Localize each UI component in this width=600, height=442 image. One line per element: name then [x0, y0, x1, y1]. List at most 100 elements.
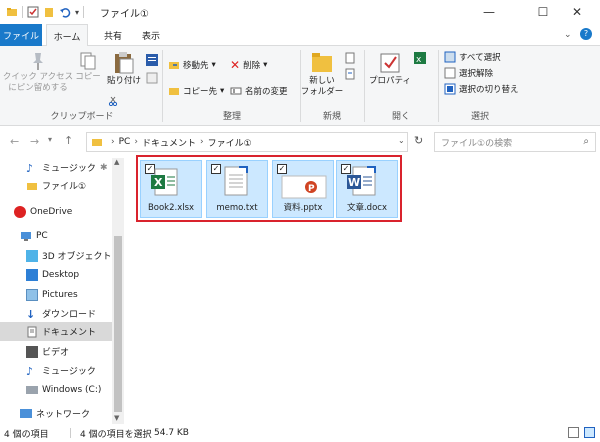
dropdown-arrow-icon: ▾	[263, 60, 268, 70]
new-folder-icon[interactable]	[43, 6, 55, 18]
properties-button[interactable]: プロパティ	[368, 50, 412, 87]
paste-button[interactable]: 貼り付け	[104, 50, 144, 87]
breadcrumb-documents[interactable]: ドキュメント	[142, 136, 196, 149]
selected-size: 54.7 KB	[154, 428, 189, 438]
download-icon: ↓	[26, 307, 36, 321]
delete-icon: ✕	[230, 58, 241, 72]
tab-home[interactable]: ホーム	[46, 24, 88, 47]
copy-path-icon[interactable]	[146, 72, 158, 84]
select-none-button[interactable]: 選択解除	[444, 66, 493, 80]
help-icon[interactable]: ?	[580, 28, 592, 40]
scroll-up-icon[interactable]: ▲	[114, 158, 119, 166]
open-with-excel-icon[interactable]: x	[414, 52, 426, 64]
close-button[interactable]: ✕	[554, 0, 600, 24]
music-icon: ♪	[26, 364, 34, 378]
folder-icon	[27, 182, 37, 190]
collapse-ribbon-icon[interactable]: ⌄	[564, 30, 572, 40]
search-input[interactable]: ファイル①の検索 ⌕	[434, 132, 596, 152]
group-label-open: 開く	[391, 112, 410, 122]
item-count: 4 個の項目	[4, 429, 49, 440]
nav-item-3d-objects[interactable]: 3D オブジェクト	[0, 246, 112, 265]
undo-icon[interactable]	[59, 6, 71, 18]
drive-icon	[26, 385, 38, 394]
new-folder-button[interactable]: 新しい フォルダー	[301, 50, 343, 98]
search-icon: ⌕	[583, 136, 589, 147]
recent-locations-icon[interactable]: ▾	[48, 135, 52, 144]
scroll-down-icon[interactable]: ▼	[114, 414, 119, 422]
nav-item-music-quick[interactable]: ♪ ミュージック ✱	[0, 158, 112, 177]
nav-item-pc[interactable]: PC	[0, 226, 112, 245]
pin-icon: ✱	[100, 162, 108, 173]
copy-button[interactable]: コピー	[72, 50, 104, 83]
address-dropdown-icon[interactable]: ⌄	[398, 136, 405, 145]
divider	[70, 428, 71, 438]
breadcrumb-separator-icon: ›	[134, 137, 138, 147]
delete-button[interactable]: ✕ 削除 ▾	[230, 58, 267, 72]
nav-item-onedrive[interactable]: OneDrive	[0, 202, 112, 221]
select-none-icon	[444, 67, 456, 79]
select-all-button[interactable]: すべて選択	[444, 50, 501, 64]
properties-check-icon[interactable]	[27, 6, 39, 18]
svg-text:x: x	[416, 55, 422, 64]
address-path[interactable]: › PC › ドキュメント › ファイル①	[86, 132, 408, 152]
invert-selection-button[interactable]: 選択の切り替え	[444, 82, 519, 96]
nav-item-videos[interactable]: ビデオ	[0, 342, 112, 361]
breadcrumb-folder[interactable]: ファイル①	[208, 136, 252, 149]
tab-file[interactable]: ファイル	[0, 24, 42, 46]
copy-to-icon	[169, 88, 179, 95]
new-folder-icon	[312, 53, 332, 72]
details-view-icon[interactable]	[568, 427, 579, 438]
tab-share[interactable]: 共有	[98, 24, 128, 46]
properties-icon	[380, 53, 400, 73]
nav-item-documents[interactable]: ドキュメント	[0, 322, 112, 341]
breadcrumb-separator-icon: ›	[111, 137, 115, 147]
group-label-select: 選択	[470, 112, 489, 122]
nav-item-music[interactable]: ♪ ミュージック	[0, 361, 112, 380]
group-label-new: 新規	[322, 112, 341, 122]
group-label-organize: 整理	[222, 112, 241, 122]
cut-icon[interactable]	[146, 54, 158, 66]
nav-item-windows-c[interactable]: Windows (C:)	[0, 380, 112, 399]
pc-icon	[21, 231, 31, 241]
ribbon-tabs: ファイル ホーム 共有 表示 ⌄ ?	[0, 24, 600, 47]
nav-item-folder1[interactable]: ファイル①	[0, 176, 112, 195]
scissors-icon[interactable]	[108, 96, 118, 106]
nav-item-pictures[interactable]: Pictures	[0, 285, 112, 304]
folder-icon	[92, 139, 102, 146]
copy-to-button[interactable]: コピー先 ▾	[168, 84, 224, 98]
forward-icon[interactable]: →	[30, 135, 39, 148]
rename-button[interactable]: 名前の変更	[230, 84, 288, 98]
title-bar: ▾ ファイル① — ☐ ✕	[0, 0, 600, 24]
music-icon: ♪	[26, 161, 34, 175]
breadcrumb-pc[interactable]: PC	[119, 137, 131, 147]
nav-item-downloads[interactable]: ↓ ダウンロード	[0, 304, 112, 323]
tab-view[interactable]: 表示	[136, 24, 166, 46]
minimize-button[interactable]: —	[466, 0, 512, 24]
customize-toolbar-icon[interactable]: ▾	[75, 8, 79, 17]
scrollbar-thumb[interactable]	[114, 236, 122, 412]
rename-icon	[230, 87, 242, 95]
desktop-icon	[26, 268, 38, 281]
divider	[83, 6, 85, 18]
breadcrumb-separator-icon: ›	[199, 137, 204, 147]
large-icons-view-icon[interactable]	[584, 427, 595, 438]
pin-quick-access-button[interactable]: クイック アクセス にピン留めする	[3, 50, 73, 94]
nav-item-network[interactable]: ネットワーク	[0, 404, 112, 423]
folder-icon[interactable]	[6, 6, 18, 18]
search-placeholder: ファイル①の検索	[441, 138, 513, 149]
easy-access-icon[interactable]	[344, 68, 356, 80]
nav-item-desktop[interactable]: Desktop	[0, 265, 112, 284]
selected-count: 4 個の項目を選択	[80, 429, 152, 440]
move-to-button[interactable]: 移動先 ▾	[168, 58, 216, 72]
refresh-icon[interactable]: ↻	[414, 134, 423, 147]
navigation-pane: ♪ ミュージック ✱ ファイル① OneDrive PC 3D オブジェクト D…	[0, 158, 112, 424]
pin-icon	[33, 53, 43, 70]
up-icon[interactable]: ↑	[64, 134, 73, 147]
video-icon	[26, 345, 38, 358]
back-icon[interactable]: ←	[10, 135, 19, 148]
pictures-icon	[26, 288, 38, 301]
invert-selection-icon	[444, 83, 456, 95]
documents-icon	[27, 326, 37, 337]
status-bar: 4 個の項目 4 個の項目を選択 54.7 KB	[0, 424, 600, 442]
new-item-icon[interactable]	[344, 52, 356, 64]
